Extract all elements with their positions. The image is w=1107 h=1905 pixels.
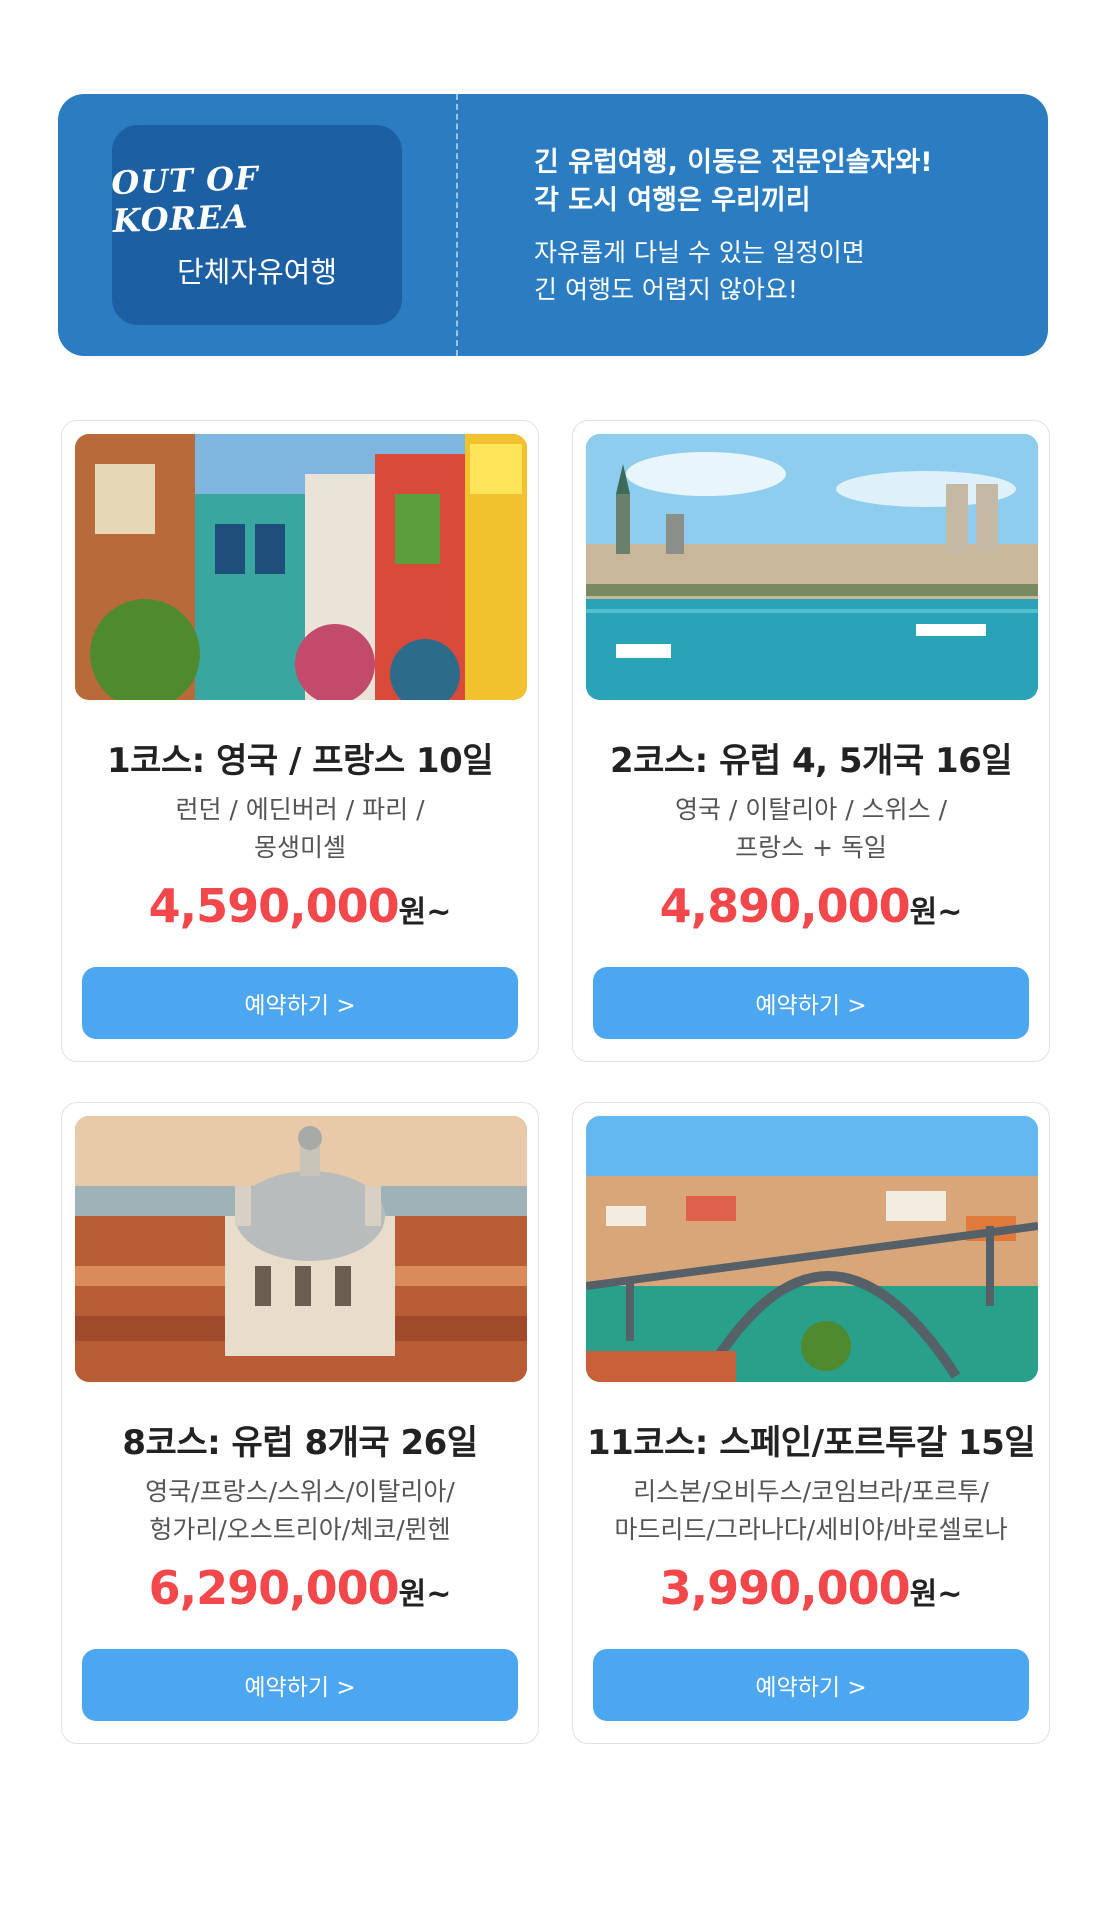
zurich-river-photo [586,434,1038,700]
course-card: 2코스: 유럽 4, 5개국 16일 영국 / 이탈리아 / 스위스 / 프랑스… [572,420,1050,1062]
banner-headline-2: 각 도시 여행은 우리끼리 [534,185,811,216]
course-cities-line-2: 마드리드/그라나다/세비야/바로셀로나 [614,1515,1008,1544]
banner-body-1: 자유롭게 다닐 수 있는 일정이면 [534,238,865,267]
banner-logo-area: OUT OF KOREA 단체자유여행 [58,94,458,356]
course-cities: 영국 / 이탈리아 / 스위스 / 프랑스 + 독일 [573,791,1049,867]
brand-logo-box: OUT OF KOREA 단체자유여행 [110,125,402,325]
banner-copy: 긴 유럽여행, 이동은 전문인솔자와! 각 도시 여행은 우리끼리 자유롭게 다… [458,94,1048,356]
course-price: 4,590,000원~ [62,879,538,933]
book-button[interactable]: 예약하기 > [82,967,518,1039]
book-button[interactable]: 예약하기 > [82,1649,518,1721]
course-cities: 영국/프랑스/스위스/이탈리아/ 헝가리/오스트리아/체코/뮌헨 [62,1473,538,1549]
colorful-street-photo [75,434,527,700]
promo-banner: OUT OF KOREA 단체자유여행 긴 유럽여행, 이동은 전문인솔자와! … [58,94,1048,356]
brand-logo: OUT OF KOREA [110,158,260,241]
course-card: 8코스: 유럽 8개국 26일 영국/프랑스/스위스/이탈리아/ 헝가리/오스트… [61,1102,539,1744]
book-button[interactable]: 예약하기 > [593,967,1029,1039]
course-cities-line-1: 영국 / 이탈리아 / 스위스 / [674,795,947,824]
course-price: 3,990,000원~ [573,1561,1049,1615]
price-unit: 원~ [909,895,963,930]
course-card: 1코스: 영국 / 프랑스 10일 런던 / 에딘버러 / 파리 / 몽생미셸 … [61,420,539,1062]
price-unit: 원~ [909,1577,963,1612]
course-card: 11코스: 스페인/포르투갈 15일 리스본/오비두스/코임브라/포르투/ 마드… [572,1102,1050,1744]
course-cities: 리스본/오비두스/코임브라/포르투/ 마드리드/그라나다/세비야/바로셀로나 [573,1473,1049,1549]
price-unit: 원~ [398,1577,452,1612]
book-button[interactable]: 예약하기 > [593,1649,1029,1721]
course-cities-line-2: 헝가리/오스트리아/체코/뮌헨 [149,1515,451,1544]
price-amount: 3,990,000 [659,1561,911,1615]
course-title: 2코스: 유럽 4, 5개국 16일 [609,741,1013,781]
venice-basilica-photo [75,1116,527,1382]
course-title: 8코스: 유럽 8개국 26일 [122,1423,478,1463]
course-cities-line-2: 몽생미셸 [253,833,346,862]
course-price: 6,290,000원~ [62,1561,538,1615]
banner-headline-1: 긴 유럽여행, 이동은 전문인솔자와! [534,147,933,178]
price-unit: 원~ [398,895,452,930]
course-price: 4,890,000원~ [573,879,1049,933]
porto-bridge-photo [586,1116,1038,1382]
course-cities-line-2: 프랑스 + 독일 [735,833,887,862]
brand-subtitle: 단체자유여행 [176,255,338,289]
banner-body-2: 긴 여행도 어렵지 않아요! [534,275,798,304]
price-amount: 6,290,000 [148,1561,400,1615]
course-cities-line-1: 영국/프랑스/스위스/이탈리아/ [145,1477,455,1506]
course-title: 1코스: 영국 / 프랑스 10일 [106,741,494,781]
course-cities: 런던 / 에딘버러 / 파리 / 몽생미셸 [62,791,538,867]
price-amount: 4,590,000 [148,879,400,933]
price-amount: 4,890,000 [659,879,911,933]
course-cities-line-1: 런던 / 에딘버러 / 파리 / [175,795,425,824]
course-title: 11코스: 스페인/포르투갈 15일 [586,1423,1036,1463]
course-cities-line-1: 리스본/오비두스/코임브라/포르투/ [633,1477,989,1506]
